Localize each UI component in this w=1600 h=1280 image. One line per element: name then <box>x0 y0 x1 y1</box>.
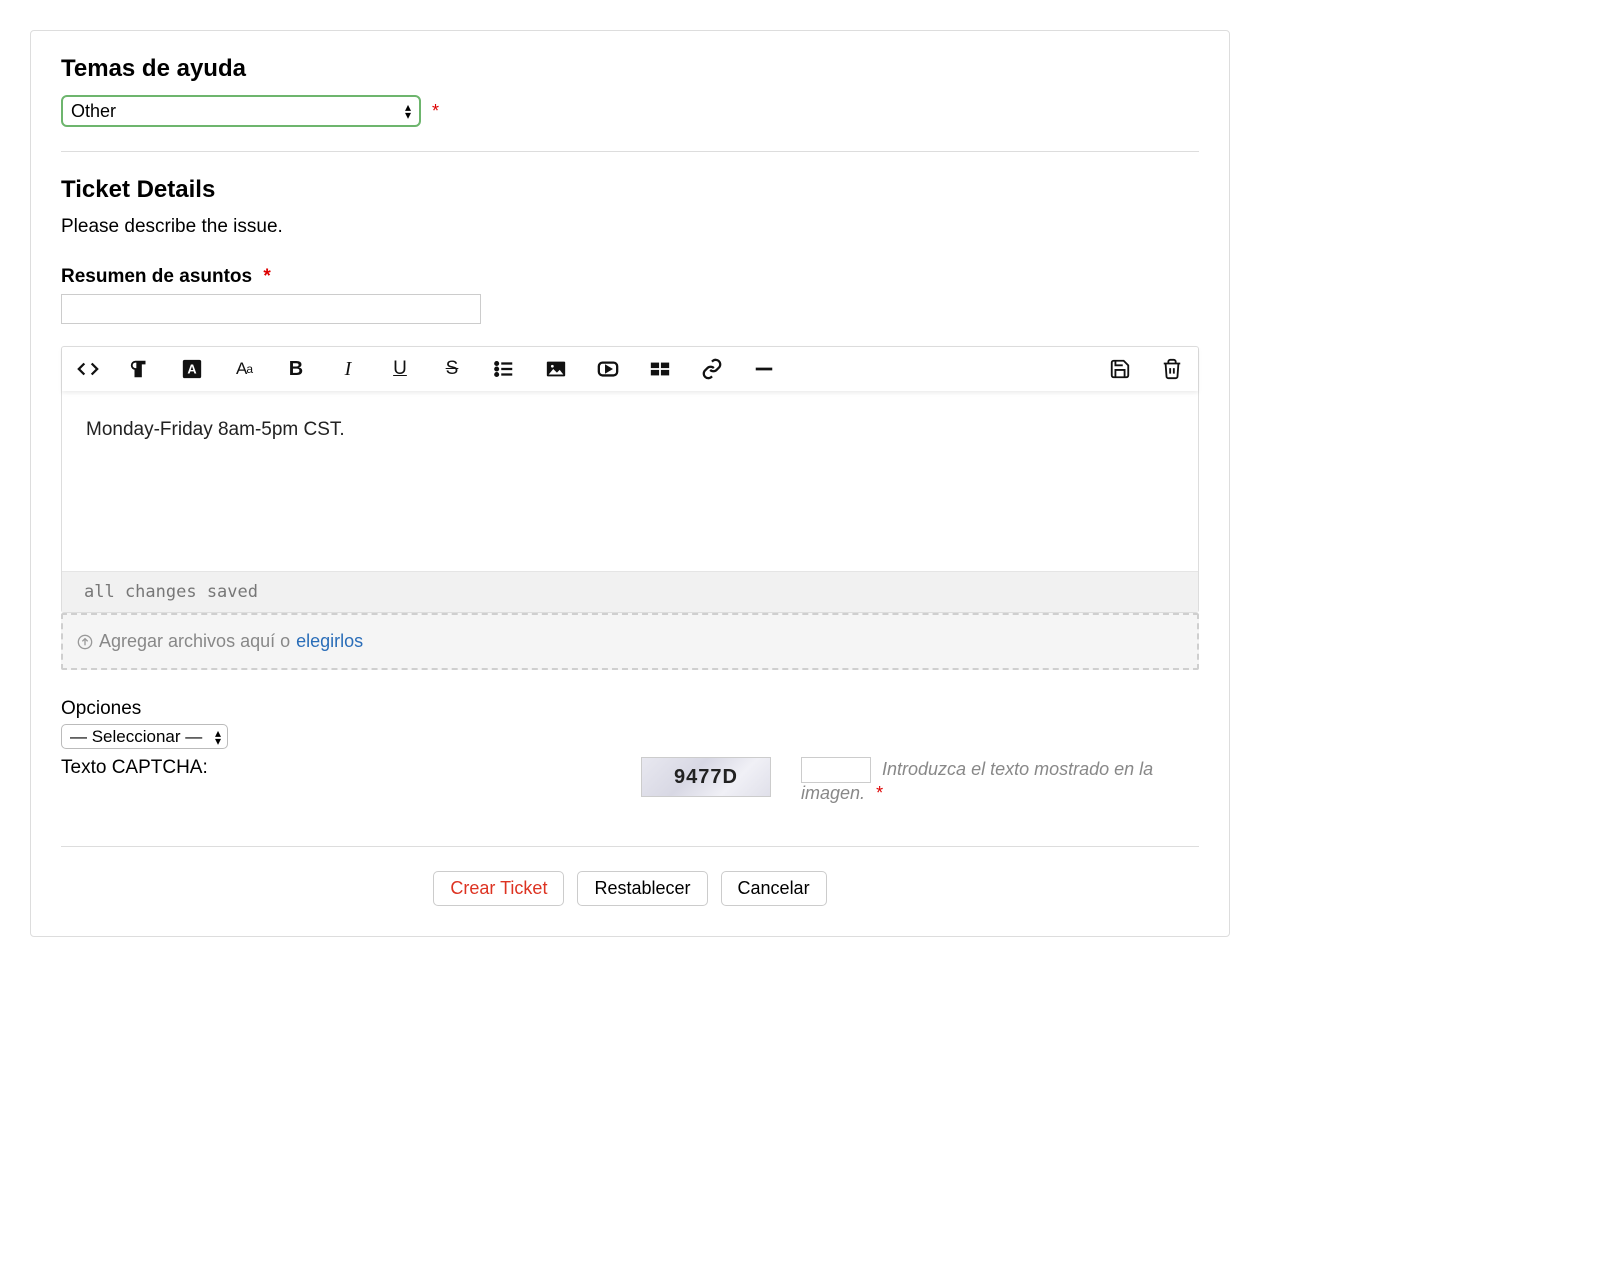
list-icon[interactable] <box>492 357 516 381</box>
captcha-image: 9477D <box>641 757 771 797</box>
rich-text-editor: A Aa B I U S <box>61 346 1199 613</box>
captcha-label: Texto CAPTCHA: <box>61 757 641 779</box>
paragraph-icon[interactable] <box>128 357 152 381</box>
options-select[interactable]: — Seleccionar — <box>61 724 228 749</box>
form-actions: Crear Ticket Restablecer Cancelar <box>61 871 1199 906</box>
ticket-details-title: Ticket Details <box>61 176 1199 204</box>
divider <box>61 151 1199 152</box>
save-icon[interactable] <box>1108 357 1132 381</box>
upload-icon <box>77 634 93 650</box>
ticket-details-description: Please describe the issue. <box>61 216 1199 238</box>
horizontal-rule-icon[interactable] <box>752 357 776 381</box>
reset-button[interactable]: Restablecer <box>577 871 707 906</box>
help-topic-select[interactable]: Other <box>61 95 421 127</box>
divider <box>61 846 1199 847</box>
ticket-form: Temas de ayuda Other ▴▾ * Ticket Details… <box>30 30 1230 937</box>
cancel-button[interactable]: Cancelar <box>721 871 827 906</box>
editor-status: all changes saved <box>62 571 1198 612</box>
captcha-input[interactable] <box>801 757 871 783</box>
link-icon[interactable] <box>700 357 724 381</box>
required-indicator: * <box>432 101 439 121</box>
underline-icon[interactable]: U <box>388 357 412 381</box>
summary-label: Resumen de asuntos * <box>61 266 1199 288</box>
bold-icon[interactable]: B <box>284 357 308 381</box>
svg-text:A: A <box>187 362 196 377</box>
dropzone-text: Agregar archivos aquí o <box>99 631 290 652</box>
required-indicator: * <box>263 266 270 287</box>
code-view-icon[interactable] <box>76 357 100 381</box>
create-ticket-button[interactable]: Crear Ticket <box>433 871 564 906</box>
table-icon[interactable] <box>648 357 672 381</box>
options-label: Opciones <box>61 698 1199 720</box>
choose-files-link[interactable]: elegirlos <box>296 631 363 652</box>
image-icon[interactable] <box>544 357 568 381</box>
file-dropzone[interactable]: Agregar archivos aquí o elegirlos <box>61 613 1199 670</box>
font-size-icon[interactable]: Aa <box>232 357 256 381</box>
summary-input[interactable] <box>61 294 481 324</box>
help-topics-title: Temas de ayuda <box>61 55 1199 83</box>
font-color-icon[interactable]: A <box>180 357 204 381</box>
strikethrough-icon[interactable]: S <box>440 357 464 381</box>
video-icon[interactable] <box>596 357 620 381</box>
italic-icon[interactable]: I <box>336 357 360 381</box>
trash-icon[interactable] <box>1160 357 1184 381</box>
editor-content[interactable]: Monday-Friday 8am-5pm CST. <box>62 391 1198 571</box>
editor-toolbar: A Aa B I U S <box>62 347 1198 391</box>
